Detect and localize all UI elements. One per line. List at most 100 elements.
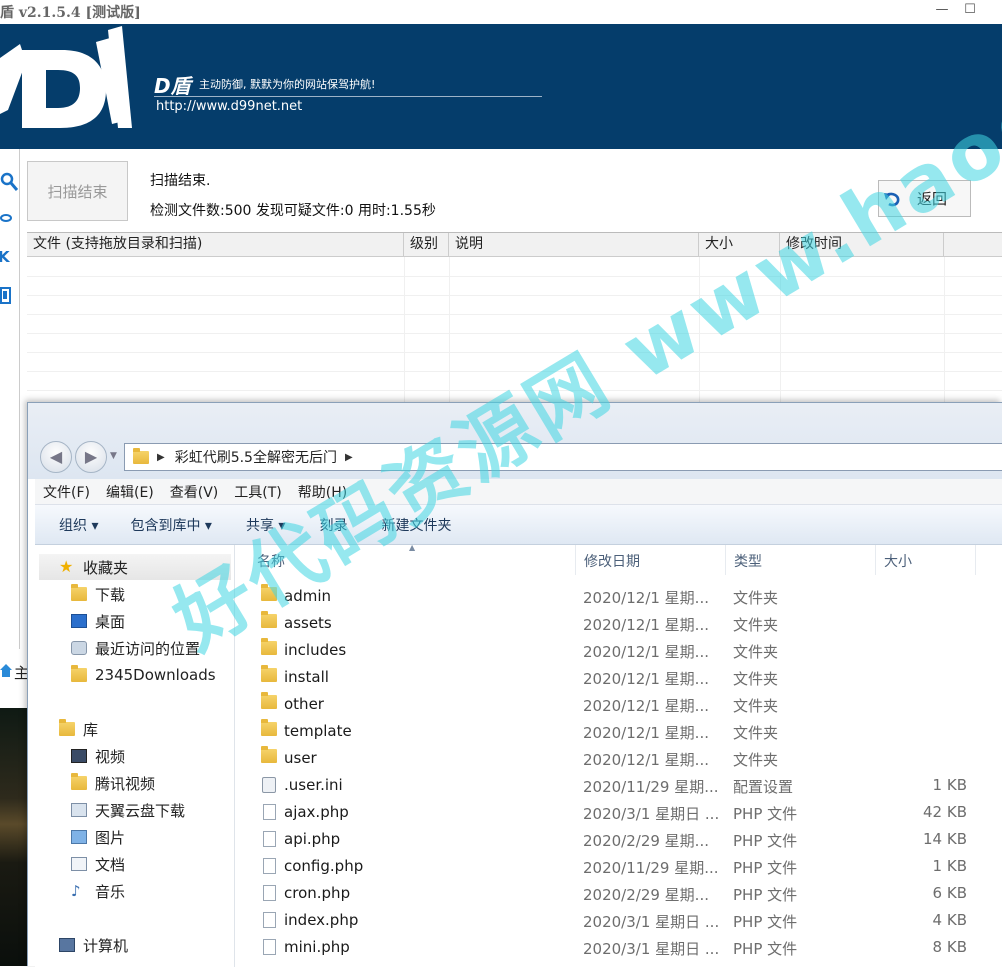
breadcrumb-path[interactable]: 彩虹代刷5.5全解密无后门 xyxy=(175,447,337,467)
nav-library-label: 库 xyxy=(83,720,99,739)
new-folder-button[interactable]: 新建文件夹 xyxy=(381,515,451,535)
include-in-library-button[interactable]: 包含到库中 ▾ xyxy=(130,515,211,535)
menu-help[interactable]: 帮助(H) xyxy=(290,482,355,502)
file-type: 文件夹 xyxy=(733,751,779,769)
nav-item-tencent-video[interactable]: 腾讯视频 xyxy=(71,770,155,796)
menu-view[interactable]: 查看(V) xyxy=(162,482,227,502)
back-arrow-icon[interactable]: ◀ xyxy=(40,441,72,473)
file-row[interactable]: admin 2020/12/1 星期... 文件夹 xyxy=(235,583,1002,610)
k-icon[interactable]: K xyxy=(0,247,20,269)
file-row[interactable]: cron.php 2020/2/29 星期... PHP 文件 6 KB xyxy=(235,880,1002,907)
file-name: template xyxy=(284,722,352,740)
file-type: 文件夹 xyxy=(733,697,779,715)
link-icon[interactable] xyxy=(0,211,20,233)
file-row[interactable]: api.php 2020/2/29 星期... PHP 文件 14 KB xyxy=(235,826,1002,853)
scan-stats: 检测文件数:500 发现可疑文件:0 用时:1.55秒 xyxy=(150,203,436,219)
chevron-down-icon[interactable]: ▼ xyxy=(110,451,117,461)
nav-computer[interactable]: 计算机 xyxy=(59,932,128,958)
file-icon xyxy=(263,912,276,928)
background-photo xyxy=(0,708,28,966)
folder-icon xyxy=(261,692,277,709)
nav-item-downloads[interactable]: 下载 xyxy=(71,581,125,607)
back-button[interactable]: 返回 xyxy=(878,180,971,217)
download-folder-icon xyxy=(71,584,87,601)
scan-result-table[interactable]: 文件 (支持拖放目录和扫描) 级别 说明 大小 修改时间 xyxy=(27,232,1002,407)
nav-item-2345downloads[interactable]: 2345Downloads xyxy=(71,662,216,688)
scan-status: 扫描结束. xyxy=(150,173,211,189)
col-file[interactable]: 文件 (支持拖放目录和扫描) xyxy=(27,233,404,257)
nav-item-desktop[interactable]: 桌面 xyxy=(71,608,125,634)
nav-item-label: 腾讯视频 xyxy=(95,774,156,793)
breadcrumb-arrow-icon[interactable]: ▶ xyxy=(157,452,165,463)
col-name[interactable]: 名称 xyxy=(249,545,576,575)
file-list[interactable]: ▲ 名称 修改日期 类型 大小 admin 2020/12/1 星期... 文件夹 a… xyxy=(235,543,1002,967)
folder-icon xyxy=(133,447,149,464)
file-name: assets xyxy=(284,614,332,632)
folder-icon xyxy=(261,611,277,628)
grid-line xyxy=(27,333,1002,334)
nav-item-music[interactable]: ♪ 音乐 xyxy=(71,878,125,904)
library-icon xyxy=(59,719,75,736)
file-name: includes xyxy=(284,641,347,659)
music-note-icon: ♪ xyxy=(71,882,81,900)
breadcrumb-arrow-icon[interactable]: ▶ xyxy=(345,452,353,463)
nav-item-label: 视频 xyxy=(95,747,126,766)
menu-file[interactable]: 文件(F) xyxy=(35,482,98,502)
col-size[interactable]: 大小 xyxy=(876,545,976,575)
title-bar: 盾 v2.1.5.4 [测试版] — ☐ xyxy=(0,0,1002,24)
folder-icon xyxy=(261,665,277,682)
file-row[interactable]: includes 2020/12/1 星期... 文件夹 xyxy=(235,637,1002,664)
nav-favorites[interactable]: ★ 收藏夹 xyxy=(39,554,231,580)
scan-button[interactable]: 扫描结束 xyxy=(27,161,128,221)
nav-item-label: 2345Downloads xyxy=(95,666,216,684)
organize-button[interactable]: 组织 ▾ xyxy=(59,515,98,535)
file-row[interactable]: template 2020/12/1 星期... 文件夹 xyxy=(235,718,1002,745)
menu-tools[interactable]: 工具(T) xyxy=(226,482,289,502)
nav-item-documents[interactable]: 文档 xyxy=(71,851,125,877)
nav-item-videos[interactable]: 视频 xyxy=(71,743,125,769)
file-size: 4 KB xyxy=(932,911,967,929)
file-type: PHP 文件 xyxy=(733,913,798,931)
file-row[interactable]: user 2020/12/1 星期... 文件夹 xyxy=(235,745,1002,772)
nav-item-tianyi-cloud[interactable]: 天翼云盘下载 xyxy=(71,797,185,823)
search-icon[interactable] xyxy=(0,171,20,193)
window-title: 盾 v2.1.5.4 [测试版] xyxy=(0,5,141,21)
file-type: PHP 文件 xyxy=(733,940,798,958)
nav-library[interactable]: 库 xyxy=(59,716,98,742)
file-row[interactable]: index.php 2020/3/1 星期日 ... PHP 文件 4 KB xyxy=(235,907,1002,934)
burn-button[interactable]: 刻录 xyxy=(319,515,347,535)
star-icon: ★ xyxy=(59,557,74,576)
explorer-window: ◀ ▶ ▼ ▶ 彩虹代刷5.5全解密无后门 ▶ 文件(F) 编辑(E) 查看(V… xyxy=(27,402,1002,967)
col-size[interactable]: 大小 xyxy=(699,233,780,257)
back-label: 返回 xyxy=(917,190,948,208)
nav-item-recent[interactable]: 最近访问的位置 xyxy=(71,635,200,661)
col-date-modified[interactable]: 修改日期 xyxy=(576,545,726,575)
file-row[interactable]: ajax.php 2020/3/1 星期日 ... PHP 文件 42 KB xyxy=(235,799,1002,826)
file-row[interactable]: .user.ini 2020/11/29 星期... 配置设置 1 KB xyxy=(235,772,1002,799)
computer-icon xyxy=(59,938,75,952)
file-row[interactable]: mini.php 2020/3/1 星期日 ... PHP 文件 8 KB xyxy=(235,934,1002,961)
file-row[interactable]: install 2020/12/1 星期... 文件夹 xyxy=(235,664,1002,691)
file-row[interactable]: config.php 2020/11/29 星期... PHP 文件 1 KB xyxy=(235,853,1002,880)
grid-icon[interactable] xyxy=(0,285,20,307)
nav-item-pictures[interactable]: 图片 xyxy=(71,824,125,850)
file-row[interactable]: other 2020/12/1 星期... 文件夹 xyxy=(235,691,1002,718)
desktop-icon xyxy=(71,614,87,628)
file-icon xyxy=(263,939,276,955)
grid-line xyxy=(27,295,1002,296)
file-date: 2020/11/29 星期... xyxy=(583,859,719,877)
share-button[interactable]: 共享 ▾ xyxy=(246,515,285,535)
file-row[interactable]: assets 2020/12/1 星期... 文件夹 xyxy=(235,610,1002,637)
col-type[interactable]: 类型 xyxy=(726,545,876,575)
maximize-icon[interactable]: ☐ xyxy=(955,2,985,22)
col-modified[interactable]: 修改时间 xyxy=(780,233,944,257)
menu-edit[interactable]: 编辑(E) xyxy=(98,482,162,502)
minimize-icon[interactable]: — xyxy=(927,2,957,22)
col-level[interactable]: 级别 xyxy=(404,233,449,257)
website-link[interactable]: http://www.d99net.net xyxy=(156,99,302,114)
file-type: 文件夹 xyxy=(733,670,779,688)
address-bar[interactable]: ▶ 彩虹代刷5.5全解密无后门 ▶ xyxy=(124,443,1002,471)
col-description[interactable]: 说明 xyxy=(449,233,699,257)
file-type: 文件夹 xyxy=(733,589,779,607)
forward-arrow-icon[interactable]: ▶ xyxy=(75,441,107,473)
